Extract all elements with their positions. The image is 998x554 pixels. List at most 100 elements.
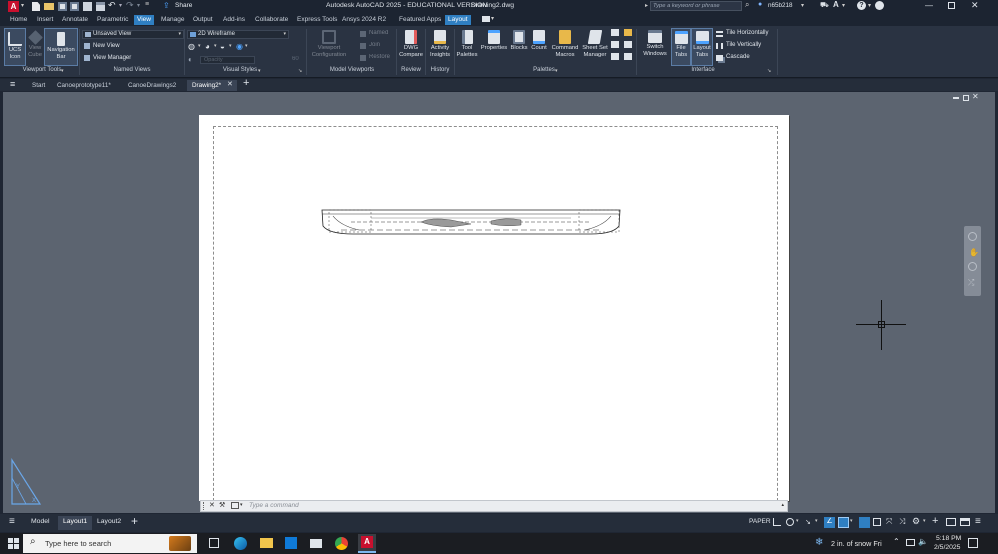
- network-icon[interactable]: [906, 539, 915, 546]
- tab-annotate[interactable]: Annotate: [59, 15, 91, 25]
- orbit-icon[interactable]: ⤮: [968, 278, 974, 288]
- transparency-icon[interactable]: [873, 518, 881, 526]
- ortho-dropdown-icon[interactable]: ▾: [815, 518, 818, 524]
- weather-icon[interactable]: ❄: [815, 537, 823, 548]
- autocad-taskbar-icon[interactable]: A: [358, 534, 376, 553]
- interface-dialog-icon[interactable]: ↘: [767, 68, 771, 74]
- plot-icon[interactable]: [96, 2, 105, 11]
- ucs-icon-button[interactable]: UCS Icon: [4, 28, 26, 66]
- layer-manager-icon[interactable]: [624, 29, 632, 36]
- ortho-icon[interactable]: ↘: [805, 518, 811, 526]
- microsoft-store-icon[interactable]: [285, 537, 297, 549]
- tab-featured-apps[interactable]: Featured Apps: [396, 15, 444, 25]
- viewport-configuration-button[interactable]: Viewport Configuration: [309, 28, 349, 66]
- taskbar-search-box[interactable]: ⌕ Type here to search: [23, 534, 197, 553]
- task-view-icon[interactable]: [209, 538, 219, 548]
- recent-commands-icon[interactable]: [231, 502, 239, 509]
- command-macros-button[interactable]: Command Macros: [549, 28, 581, 66]
- help-search-input[interactable]: Type a keyword or phrase: [650, 1, 742, 11]
- ribbon-display-dropdown-icon[interactable]: ▾: [491, 15, 494, 22]
- polar-tracking-icon[interactable]: ∠: [824, 517, 835, 528]
- command-input[interactable]: Type a command: [249, 502, 299, 509]
- notifications-icon[interactable]: [968, 538, 978, 548]
- tab-view[interactable]: View: [134, 15, 154, 25]
- new-file-icon[interactable]: [32, 2, 40, 11]
- shadow-dropdown-icon[interactable]: ▾: [214, 43, 217, 49]
- command-line-grip-icon[interactable]: [203, 502, 205, 510]
- tab-insert[interactable]: Insert: [34, 15, 56, 25]
- cascade-button[interactable]: Cascade: [726, 54, 750, 60]
- close-command-line-icon[interactable]: ✕: [209, 501, 215, 509]
- hidden-icons-chevron-icon[interactable]: ⌃: [893, 537, 900, 546]
- file-tab-canoedrawings2[interactable]: CanoeDrawings2: [123, 80, 181, 91]
- new-view-button[interactable]: New View: [93, 43, 120, 49]
- full-navigation-wheel-icon[interactable]: [968, 232, 977, 241]
- shadow-icon[interactable]: ◕: [205, 42, 210, 51]
- workspace-dropdown-icon[interactable]: ▾: [923, 518, 926, 524]
- blocks-button[interactable]: Blocks: [509, 28, 529, 66]
- username-label[interactable]: n65b218: [768, 2, 793, 9]
- help-dropdown-icon[interactable]: ▾: [868, 2, 871, 9]
- visual-style-dropdown[interactable]: 2D Wireframe ▾: [187, 30, 289, 39]
- clock-time[interactable]: 5:18 PM: [936, 535, 961, 542]
- snap-icon[interactable]: [786, 518, 794, 526]
- cart-icon[interactable]: ⛟: [820, 1, 829, 10]
- tab-add-ins[interactable]: Add-ins: [220, 15, 248, 25]
- user-dropdown-icon[interactable]: ▾: [801, 2, 804, 9]
- edge-style-icon[interactable]: ◍: [188, 42, 195, 51]
- pan-icon[interactable]: ✋: [969, 248, 979, 257]
- tab-collaborate[interactable]: Collaborate: [252, 15, 291, 25]
- tab-layout[interactable]: Layout: [445, 15, 471, 25]
- undo-dropdown-icon[interactable]: ▾: [119, 2, 122, 9]
- named-viewports-button[interactable]: Named: [369, 30, 388, 36]
- dwg-compare-button[interactable]: DWG Compare: [398, 28, 424, 66]
- weather-label[interactable]: 2 in. of snow Fri: [831, 539, 882, 548]
- file-tab-start[interactable]: Start: [27, 80, 50, 91]
- navigation-bar[interactable]: ✋ ⤮: [964, 226, 981, 296]
- command-history-dropdown-icon[interactable]: ▴: [781, 502, 784, 508]
- ribbon-display-toggle-icon[interactable]: [482, 16, 490, 22]
- tool-palettes-button[interactable]: Tool Palettes: [456, 28, 478, 66]
- count-button[interactable]: Count: [529, 28, 549, 66]
- lineweight-icon[interactable]: [859, 517, 870, 528]
- opacity-value[interactable]: 60: [292, 56, 299, 62]
- help-icon[interactable]: ?: [857, 1, 866, 10]
- save-icon[interactable]: [58, 2, 67, 11]
- restore-viewports-button[interactable]: Restore: [369, 54, 390, 60]
- layout-tabs-button[interactable]: Layout Tabs: [691, 28, 713, 66]
- lighting-dropdown-icon[interactable]: ▾: [245, 43, 248, 49]
- viewport-minimize-icon[interactable]: [953, 97, 959, 99]
- visual-styles-expand-icon[interactable]: ▾: [258, 68, 261, 74]
- share-icon[interactable]: ⇪: [163, 1, 170, 10]
- viewport-tools-panel-label[interactable]: Viewport Tools: [5, 67, 79, 73]
- share-button[interactable]: Share: [175, 2, 192, 9]
- tab-home[interactable]: Home: [7, 15, 30, 25]
- close-tab-icon[interactable]: ✕: [227, 80, 233, 88]
- material-icon[interactable]: ◒: [220, 42, 225, 51]
- paper-space-toggle[interactable]: PAPER: [749, 518, 771, 525]
- file-explorer-icon[interactable]: [260, 538, 273, 548]
- messages-icon[interactable]: [875, 1, 884, 10]
- mail-icon[interactable]: [310, 539, 322, 548]
- calculator-icon[interactable]: [611, 41, 619, 48]
- visual-styles-dialog-icon[interactable]: ↘: [298, 68, 302, 74]
- switch-windows-button[interactable]: Switch Windows: [639, 28, 671, 66]
- viewport-tools-expand-icon[interactable]: ▾: [61, 68, 64, 74]
- external-references-icon[interactable]: [624, 41, 632, 48]
- tab-model[interactable]: Model: [31, 518, 50, 525]
- layout-menu-icon[interactable]: ≡: [9, 516, 15, 527]
- palettes-expand-icon[interactable]: ▾: [555, 68, 558, 74]
- search-arrow-icon[interactable]: ▸: [645, 2, 648, 9]
- web-mobile-icon[interactable]: [83, 2, 92, 11]
- autodesk-app-icon[interactable]: A: [833, 0, 839, 9]
- tab-ansys[interactable]: Ansys 2024 R2: [339, 15, 389, 25]
- isolate-objects-icon[interactable]: [946, 518, 956, 526]
- recent-commands-dropdown-icon[interactable]: ▾: [240, 502, 243, 508]
- file-tab-canoeprototype11[interactable]: Canoeprototype11*: [52, 80, 116, 91]
- file-tabs-menu-icon[interactable]: ≡: [10, 79, 15, 89]
- tab-layout1[interactable]: Layout1: [58, 516, 93, 530]
- grid-icon[interactable]: [773, 518, 781, 526]
- markup-set-manager-icon[interactable]: [611, 29, 619, 36]
- join-viewports-button[interactable]: Join: [369, 42, 380, 48]
- app-dropdown-icon[interactable]: ▾: [842, 2, 845, 9]
